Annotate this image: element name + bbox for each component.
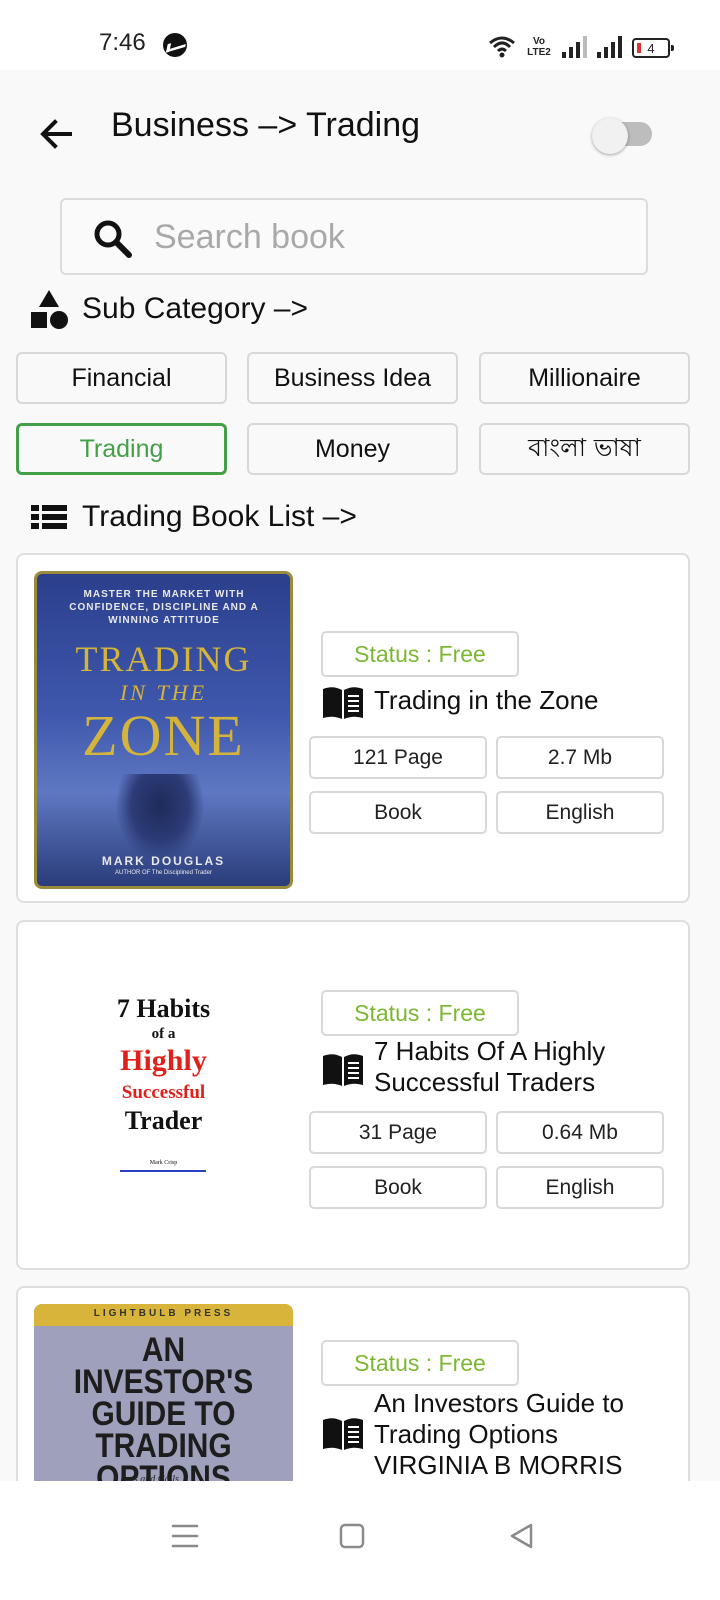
open-book-icon bbox=[323, 1054, 363, 1086]
chip-financial[interactable]: Financial bbox=[16, 352, 227, 404]
cover-line-1: 7 Habits bbox=[116, 994, 211, 1023]
status-bar: 7:46 Vo LTE2 4 bbox=[0, 0, 720, 70]
book-title: Trading in the Zone bbox=[374, 685, 599, 715]
arrow-left-icon[interactable] bbox=[36, 114, 76, 154]
cover-title: AN INVESTOR'S GUIDE TO TRADING OPTIONS bbox=[73, 1331, 254, 1486]
cover-author: MARK DOUGLAS bbox=[101, 854, 226, 868]
type-badge: Book bbox=[309, 791, 487, 834]
book-cover: 7 Habits of a Highly Successful Trader M… bbox=[34, 938, 293, 1256]
sub-category-label: Sub Category –> bbox=[82, 292, 308, 325]
book-card-7-habits[interactable]: 7 Habits of a Highly Successful Trader M… bbox=[16, 920, 690, 1270]
volte-badge: Vo LTE2 bbox=[527, 36, 551, 58]
status-time: 7:46 bbox=[99, 29, 146, 56]
cover-publisher: LIGHTBULB PRESS bbox=[93, 1308, 234, 1319]
book-card-investors-guide[interactable]: LIGHTBULB PRESS AN INVESTOR'S GUIDE TO T… bbox=[16, 1286, 690, 1486]
back-nav-icon[interactable] bbox=[497, 1511, 547, 1561]
status-icons: Vo LTE2 4 bbox=[488, 30, 674, 58]
language-badge: English bbox=[496, 791, 664, 834]
book-title: 7 Habits Of A Highly Successful Traders bbox=[374, 1036, 606, 1097]
chip-millionaire[interactable]: Millionaire bbox=[479, 352, 690, 404]
theme-toggle[interactable] bbox=[592, 118, 654, 154]
chip-business-idea[interactable]: Business Idea bbox=[247, 352, 458, 404]
chip-bangla[interactable]: বাংলা ভাষা bbox=[479, 423, 690, 475]
type-badge: Book bbox=[309, 1166, 487, 1209]
cover-line-3: Highly bbox=[120, 1044, 207, 1077]
system-nav-bar bbox=[0, 1481, 720, 1600]
cover-line-4: Successful bbox=[121, 1082, 206, 1103]
search-icon bbox=[94, 220, 132, 258]
status-badge: Status : Free bbox=[321, 631, 519, 677]
chip-money[interactable]: Money bbox=[247, 423, 458, 475]
book-list-label: Trading Book List –> bbox=[82, 500, 357, 533]
page-title: Business –> Trading bbox=[111, 106, 421, 144]
cover-title-1: TRADING bbox=[75, 639, 252, 679]
signal-1-icon bbox=[562, 36, 587, 58]
page-count-badge: 31 Page bbox=[309, 1111, 487, 1154]
sub-category-heading: Sub Category –> bbox=[28, 288, 308, 330]
search-box bbox=[60, 198, 648, 275]
status-badge: Status : Free bbox=[321, 1340, 519, 1386]
book-title: An Investors Guide to Trading Options VI… bbox=[374, 1388, 625, 1480]
cover-link-line bbox=[120, 1170, 206, 1172]
cover-line-5: Trader bbox=[124, 1106, 203, 1135]
top-bar: Business –> Trading bbox=[0, 70, 720, 190]
book-cover: MASTER THE MARKET WITH CONFIDENCE, DISCI… bbox=[34, 571, 293, 889]
battery-icon: 4 bbox=[632, 38, 674, 58]
status-badge: Status : Free bbox=[321, 990, 519, 1036]
book-cover: LIGHTBULB PRESS AN INVESTOR'S GUIDE TO T… bbox=[34, 1304, 293, 1486]
open-book-icon bbox=[323, 1418, 363, 1450]
signal-2-icon bbox=[597, 36, 622, 58]
open-book-icon bbox=[323, 687, 363, 719]
cover-author-note: AUTHOR OF The Disciplined Trader bbox=[115, 870, 212, 876]
wifi-icon bbox=[489, 36, 515, 58]
list-icon bbox=[31, 505, 67, 529]
book-list-heading: Trading Book List –> bbox=[28, 496, 357, 538]
cover-figure bbox=[115, 774, 205, 864]
cover-title-3: ZONE bbox=[82, 703, 245, 768]
language-badge: English bbox=[496, 1166, 664, 1209]
file-size-badge: 2.7 Mb bbox=[496, 736, 664, 779]
chip-trading[interactable]: Trading bbox=[16, 423, 227, 475]
cover-author: Mark Crisp bbox=[149, 1160, 178, 1166]
shapes-icon bbox=[31, 290, 68, 329]
file-size-badge: 0.64 Mb bbox=[496, 1111, 664, 1154]
battery-level: 4 bbox=[647, 40, 655, 56]
book-card-trading-in-the-zone[interactable]: MASTER THE MARKET WITH CONFIDENCE, DISCI… bbox=[16, 553, 690, 903]
search-input[interactable] bbox=[154, 212, 624, 262]
menu-icon[interactable] bbox=[160, 1511, 210, 1561]
cover-line-2: of a bbox=[151, 1026, 176, 1042]
messenger-icon bbox=[163, 33, 187, 57]
toggle-knob bbox=[592, 118, 628, 154]
page-count-badge: 121 Page bbox=[309, 736, 487, 779]
cover-tagline: MASTER THE MARKET WITH CONFIDENCE, DISCI… bbox=[69, 589, 259, 626]
home-icon[interactable] bbox=[327, 1511, 377, 1561]
